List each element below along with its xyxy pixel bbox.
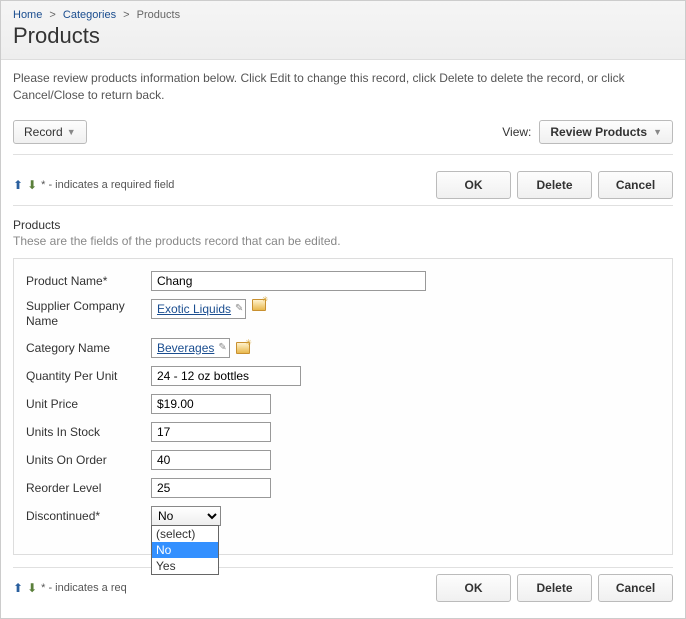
units-on-order-input[interactable]: [151, 450, 271, 470]
discontinued-dropdown: (select) No Yes: [151, 525, 219, 575]
section-description: These are the fields of the products rec…: [13, 234, 673, 248]
ok-button[interactable]: OK: [436, 574, 511, 602]
view-label: View:: [502, 125, 531, 139]
discontinued-option-yes[interactable]: Yes: [152, 558, 218, 574]
new-record-icon[interactable]: [236, 342, 250, 354]
reorder-level-label: Reorder Level: [26, 481, 151, 495]
breadcrumb-current: Products: [137, 9, 180, 21]
delete-button[interactable]: Delete: [517, 574, 592, 602]
cancel-button[interactable]: Cancel: [598, 171, 673, 199]
pencil-icon[interactable]: ✎: [235, 303, 243, 314]
discontinued-option-placeholder[interactable]: (select): [152, 526, 218, 542]
product-name-input[interactable]: [151, 271, 426, 291]
view-selector-button[interactable]: Review Products▼: [539, 120, 673, 144]
breadcrumb-home[interactable]: Home: [13, 9, 42, 21]
category-label: Category Name: [26, 341, 151, 355]
discontinued-option-no[interactable]: No: [152, 542, 218, 558]
unit-price-input[interactable]: [151, 394, 271, 414]
new-record-icon[interactable]: [252, 299, 266, 311]
breadcrumb-categories[interactable]: Categories: [63, 9, 116, 21]
product-name-label: Product Name*: [26, 274, 151, 288]
ok-button[interactable]: OK: [436, 171, 511, 199]
units-in-stock-label: Units In Stock: [26, 425, 151, 439]
qty-per-unit-label: Quantity Per Unit: [26, 369, 151, 383]
unit-price-label: Unit Price: [26, 397, 151, 411]
page-description: Please review products information below…: [13, 70, 673, 104]
supplier-label: Supplier Company Name: [26, 299, 151, 330]
supplier-lookup[interactable]: Exotic Liquids ✎: [151, 299, 246, 319]
delete-button[interactable]: Delete: [517, 171, 592, 199]
discontinued-select[interactable]: No: [151, 506, 221, 526]
category-link[interactable]: Beverages: [157, 341, 214, 355]
breadcrumb: Home > Categories > Products: [13, 9, 673, 21]
record-button[interactable]: Record▼: [13, 120, 87, 144]
caret-down-icon: ▼: [67, 127, 76, 137]
section-title: Products: [13, 218, 673, 232]
required-indicator-text: * - indicates a req: [41, 582, 127, 594]
pencil-icon[interactable]: ✎: [218, 342, 226, 353]
form-panel: Product Name* Supplier Company Name Exot…: [13, 258, 673, 555]
cancel-button[interactable]: Cancel: [598, 574, 673, 602]
supplier-link[interactable]: Exotic Liquids: [157, 302, 231, 316]
arrow-down-icon[interactable]: ⬇: [27, 178, 37, 192]
qty-per-unit-input[interactable]: [151, 366, 301, 386]
discontinued-label: Discontinued*: [26, 509, 151, 523]
arrow-up-icon[interactable]: ⬆: [13, 178, 23, 192]
units-in-stock-input[interactable]: [151, 422, 271, 442]
arrow-up-icon[interactable]: ⬆: [13, 581, 23, 595]
caret-down-icon: ▼: [653, 127, 662, 137]
arrow-down-icon[interactable]: ⬇: [27, 581, 37, 595]
units-on-order-label: Units On Order: [26, 453, 151, 467]
page-title: Products: [13, 23, 673, 49]
reorder-level-input[interactable]: [151, 478, 271, 498]
category-lookup[interactable]: Beverages ✎: [151, 338, 230, 358]
required-indicator-text: * - indicates a required field: [41, 179, 174, 191]
